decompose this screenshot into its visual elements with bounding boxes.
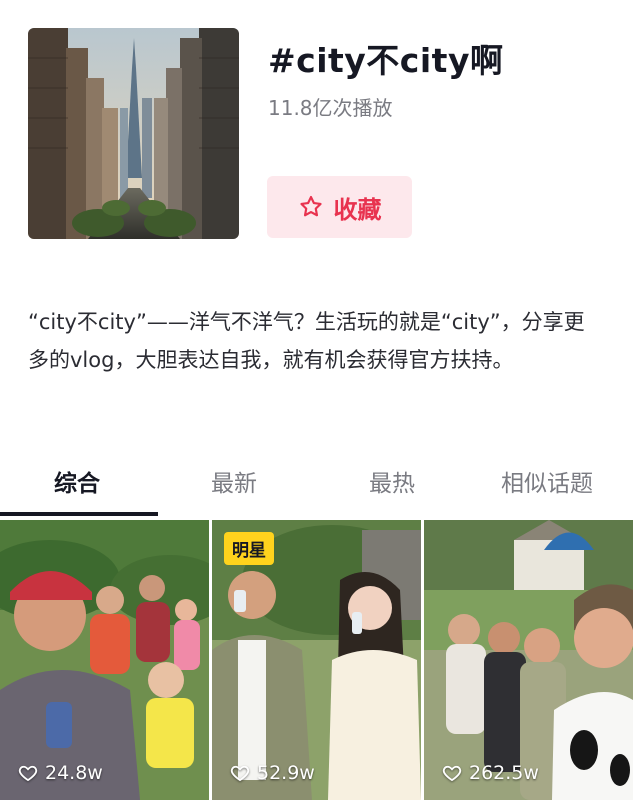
active-tab-indicator [0, 512, 158, 516]
topic-description: “city不city”——洋气不洋气？生活玩的就是“city”，分享更多的vlo… [28, 310, 585, 372]
play-count: 11.8亿次播放 [268, 96, 393, 120]
topic-cover-image [28, 28, 239, 239]
like-count: 52.9w [230, 762, 315, 784]
star-icon [299, 195, 322, 217]
tab-latest[interactable]: 最新 [211, 464, 257, 498]
star-badge: 明星 [224, 532, 274, 565]
video-thumbnail [0, 520, 209, 800]
tab-hottest[interactable]: 最热 [369, 464, 415, 498]
favorite-button[interactable]: 收藏 [267, 176, 412, 238]
favorite-label: 收藏 [333, 195, 382, 224]
video-thumbnail [424, 520, 633, 800]
like-count-text: 24.8w [45, 762, 103, 784]
tab-similar-topics[interactable]: 相似话题 [501, 464, 593, 498]
video-grid: 24.8w 明星 52.9w 262.5w [0, 520, 633, 800]
topic-title: #city不city啊 [268, 41, 504, 80]
heart-icon [230, 765, 250, 782]
heart-icon [442, 765, 462, 782]
video-card[interactable]: 明星 52.9w [212, 520, 421, 800]
tab-bar: 综合 最新 最热 相似话题 [0, 448, 633, 516]
like-count-text: 262.5w [469, 762, 539, 784]
like-count: 262.5w [442, 762, 539, 784]
like-count: 24.8w [18, 762, 103, 784]
video-card[interactable]: 24.8w [0, 520, 209, 800]
tab-comprehensive[interactable]: 综合 [54, 464, 100, 498]
video-card[interactable]: 262.5w [424, 520, 633, 800]
heart-icon [18, 765, 38, 782]
like-count-text: 52.9w [257, 762, 315, 784]
